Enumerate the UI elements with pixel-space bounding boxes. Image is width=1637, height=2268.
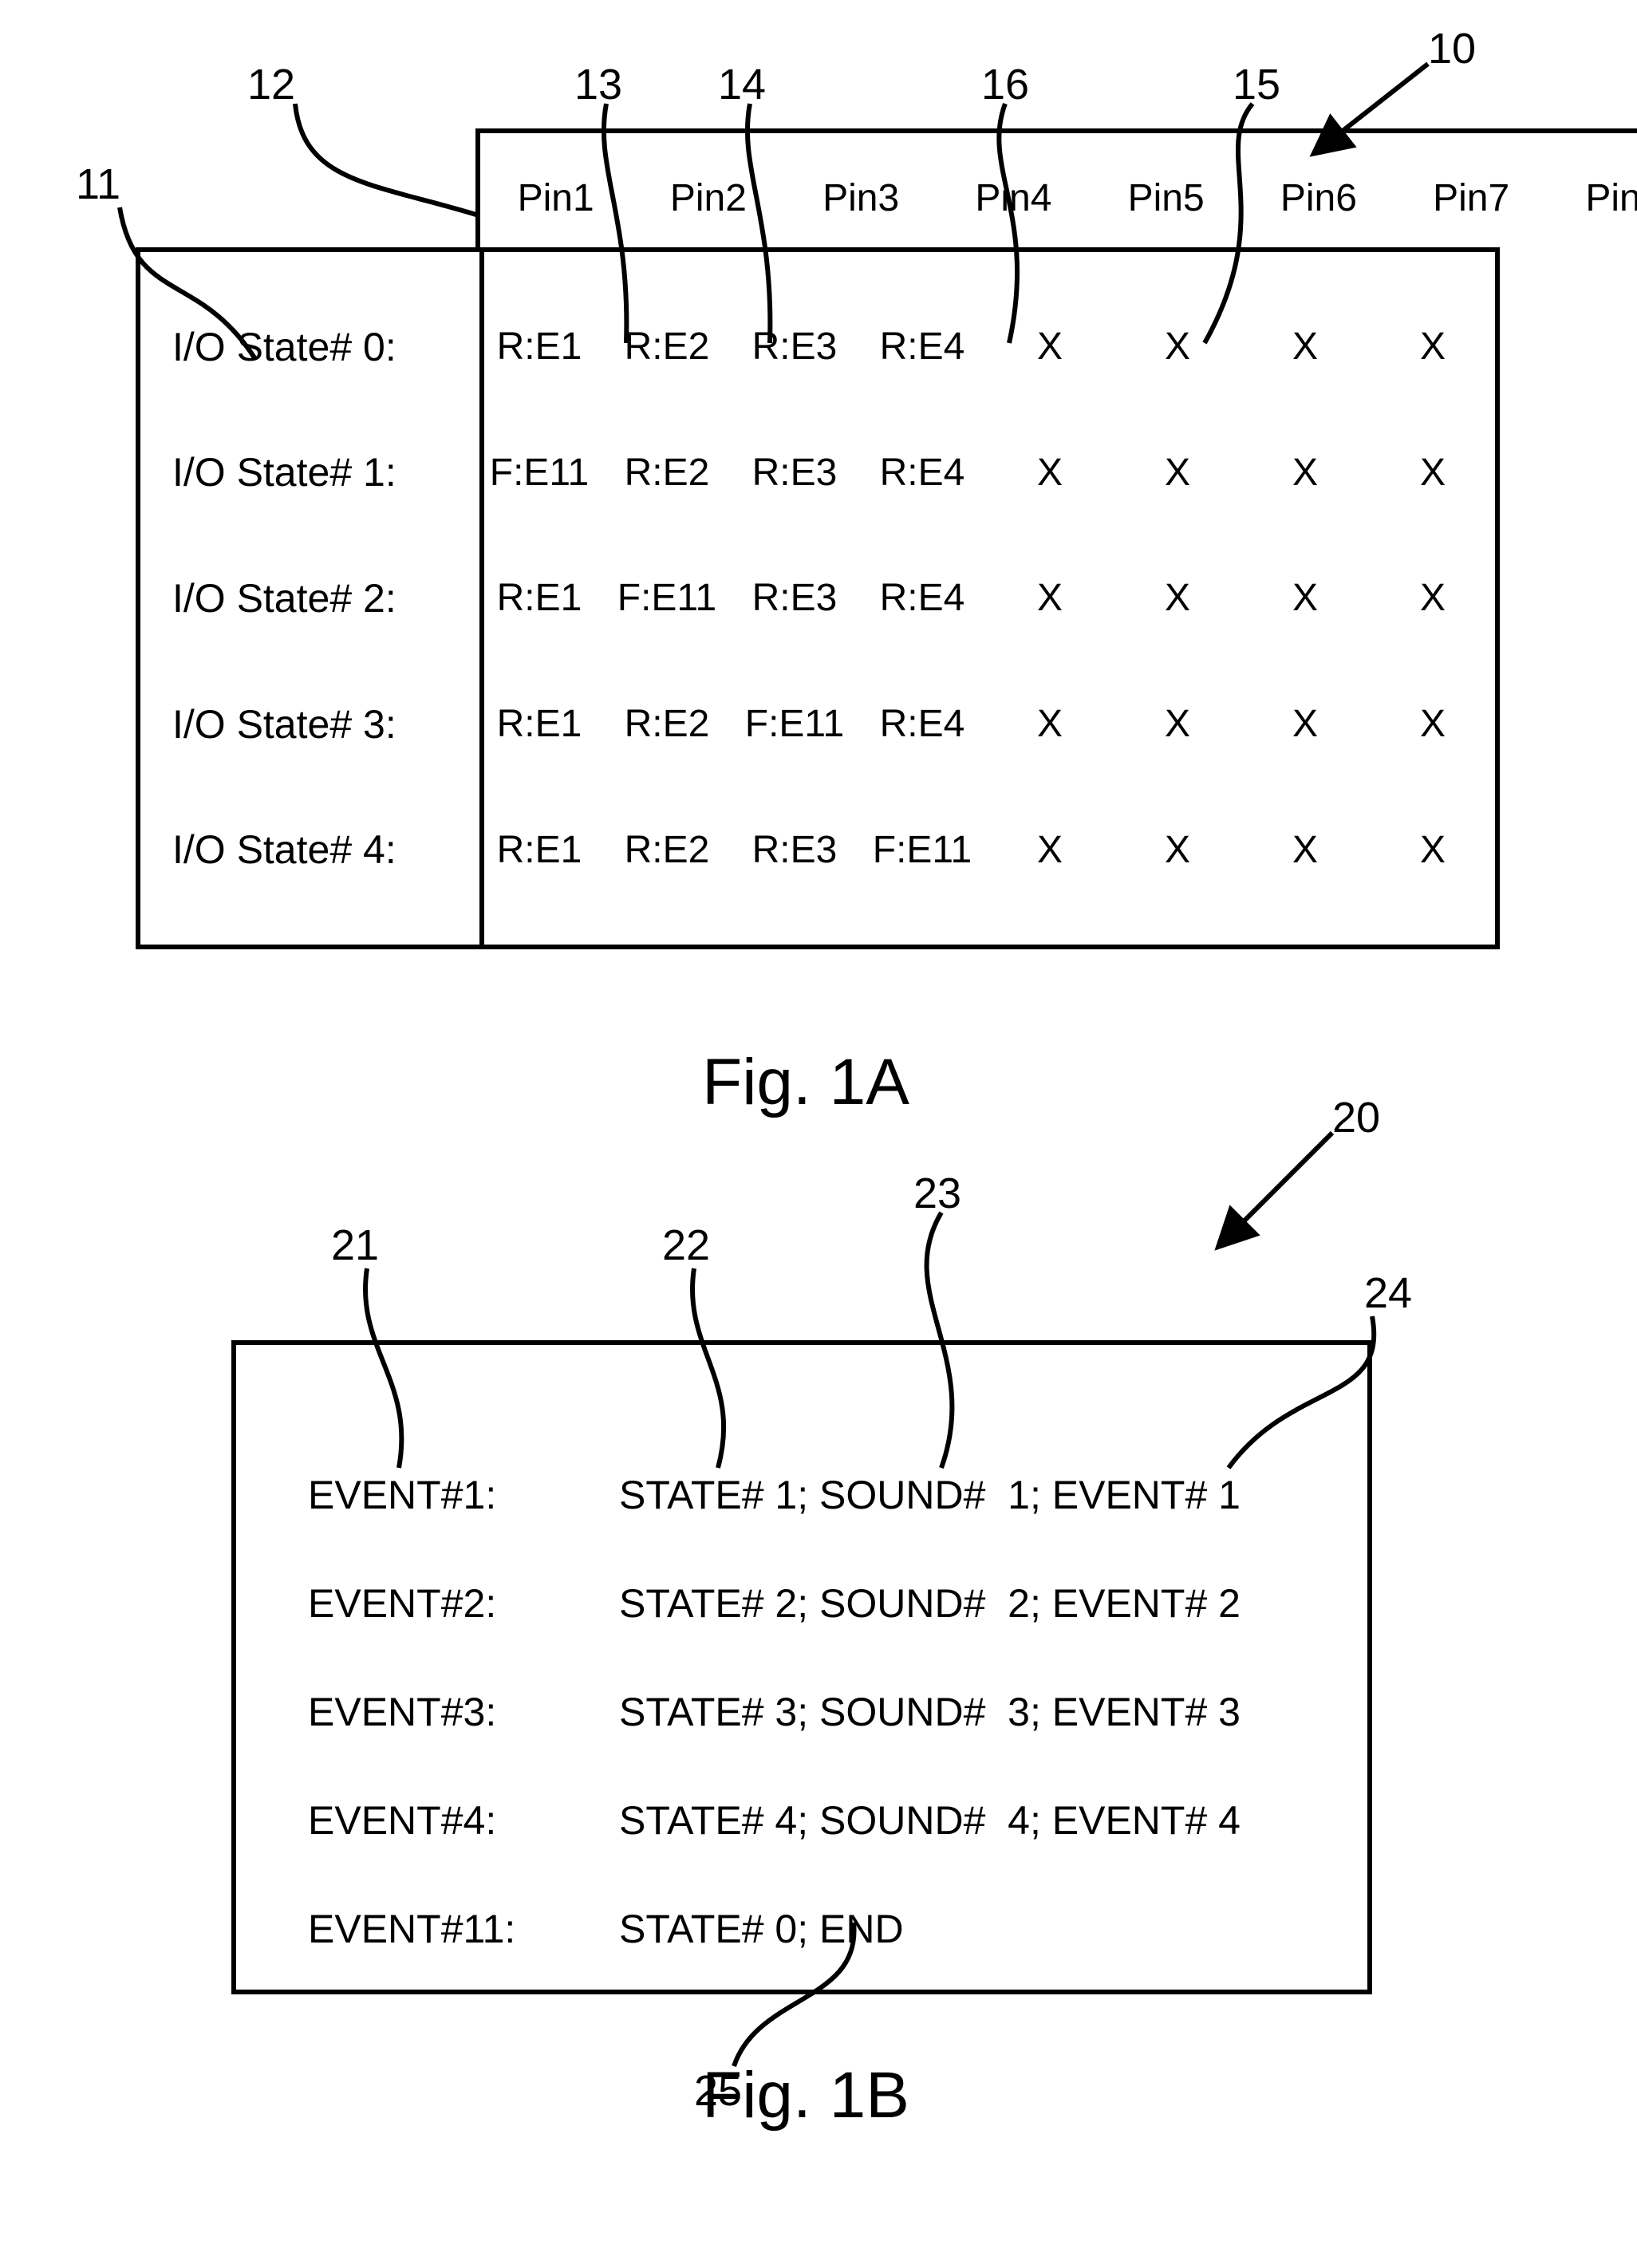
- table-row: R:E1 R:E2 R:E3 F:E11 X X X X: [475, 826, 1497, 874]
- cell-r2c5: X: [1114, 576, 1241, 620]
- cell-r1c6: X: [1241, 451, 1369, 495]
- cell-r2c1: F:E11: [603, 576, 731, 620]
- cell-r0c7: X: [1369, 325, 1497, 369]
- cell-r4c7: X: [1369, 828, 1497, 872]
- cell-r4c0: R:E1: [475, 828, 603, 872]
- cell-r1c2: R:E3: [731, 451, 858, 495]
- table-row: F:E11 R:E2 R:E3 R:E4 X X X X: [475, 448, 1497, 496]
- cell-r1c3: R:E4: [858, 451, 986, 495]
- pin7-header: Pin7: [1395, 176, 1548, 220]
- fig1a-table: Pin1 Pin2 Pin3 Pin4 Pin5 Pin6 Pin7 Pin8 …: [136, 247, 1500, 949]
- event-row: EVENT#3: STATE# 3; SOUND# 3; EVENT# 3: [236, 1658, 1367, 1766]
- leader-curve-12: [279, 88, 487, 271]
- callout-21: 21: [331, 1221, 379, 1270]
- leader-curve-22: [678, 1252, 774, 1476]
- cell-r3c0: R:E1: [475, 702, 603, 746]
- cell-r4c2: R:E3: [731, 828, 858, 872]
- callout-10: 10: [1428, 24, 1476, 73]
- cell-r1c5: X: [1114, 451, 1241, 495]
- cell-r4c6: X: [1241, 828, 1369, 872]
- cell-r4c3: F:E11: [858, 828, 986, 872]
- leader-curve-13: [582, 88, 678, 351]
- cell-r3c6: X: [1241, 702, 1369, 746]
- cell-r2c2: R:E3: [731, 576, 858, 620]
- cell-r3c4: X: [986, 702, 1114, 746]
- event-row: EVENT#2: STATE# 2; SOUND# 2; EVENT# 2: [236, 1549, 1367, 1658]
- event3-label: EVENT#3:: [308, 1689, 619, 1735]
- leader-curve-11: [104, 191, 279, 375]
- cell-r4c5: X: [1114, 828, 1241, 872]
- callout-25: 25: [694, 2066, 742, 2116]
- cell-r4c1: R:E2: [603, 828, 731, 872]
- cell-r4c4: X: [986, 828, 1114, 872]
- callout-11: 11: [76, 160, 120, 209]
- callout-15: 15: [1233, 60, 1280, 109]
- pin8-header: Pin8: [1548, 176, 1637, 220]
- callout-13: 13: [574, 60, 622, 109]
- leader-curve-15: [1141, 88, 1300, 351]
- arrow-icon: [1197, 1125, 1356, 1260]
- callout-16: 16: [981, 60, 1029, 109]
- event2-body: STATE# 2; SOUND# 2; EVENT# 2: [619, 1580, 1241, 1627]
- cell-r1c4: X: [986, 451, 1114, 495]
- cell-r2c6: X: [1241, 576, 1369, 620]
- leader-curve-16: [957, 88, 1069, 351]
- callout-22: 22: [662, 1221, 710, 1270]
- event4-body: STATE# 4; SOUND# 4; EVENT# 4: [619, 1797, 1241, 1844]
- leader-curve-14: [726, 88, 822, 351]
- page: Pin1 Pin2 Pin3 Pin4 Pin5 Pin6 Pin7 Pin8 …: [0, 0, 1637, 2268]
- event1-body: STATE# 1; SOUND# 1; EVENT# 1: [619, 1472, 1241, 1518]
- table-row: R:E1 F:E11 R:E3 R:E4 X X X X: [475, 574, 1497, 622]
- cell-r2c7: X: [1369, 576, 1497, 620]
- callout-24: 24: [1364, 1268, 1412, 1318]
- leader-curve-23: [878, 1197, 1005, 1476]
- leader-curve-21: [351, 1252, 447, 1476]
- event1-label: EVENT#1:: [308, 1472, 619, 1518]
- state1-label: I/O State# 1:: [140, 449, 475, 495]
- event2-label: EVENT#2:: [308, 1580, 619, 1627]
- cell-r1c0: F:E11: [475, 451, 603, 495]
- callout-12: 12: [247, 60, 295, 109]
- callout-23: 23: [913, 1169, 961, 1218]
- cell-r1c7: X: [1369, 451, 1497, 495]
- cell-r2c4: X: [986, 576, 1114, 620]
- event11-label: EVENT#11:: [308, 1906, 619, 1952]
- event3-body: STATE# 3; SOUND# 3; EVENT# 3: [619, 1689, 1241, 1735]
- cell-r3c7: X: [1369, 702, 1497, 746]
- caption-fig-1a: Fig. 1A: [646, 1045, 965, 1120]
- callout-20: 20: [1332, 1093, 1380, 1142]
- callout-14: 14: [718, 60, 766, 109]
- cell-r2c0: R:E1: [475, 576, 603, 620]
- state2-label: I/O State# 2:: [140, 575, 475, 621]
- cell-r3c2: F:E11: [731, 702, 858, 746]
- cell-r3c3: R:E4: [858, 702, 986, 746]
- table-row: R:E1 R:E2 F:E11 R:E4 X X X X: [475, 700, 1497, 748]
- cell-r2c3: R:E4: [858, 576, 986, 620]
- cell-r3c1: R:E2: [603, 702, 731, 746]
- fig1a-data-grid: R:E1 R:E2 R:E3 R:E4 X X X X F:E11 R:E2 R…: [475, 252, 1497, 945]
- leader-curve-25: [710, 1923, 870, 2082]
- cell-r1c1: R:E2: [603, 451, 731, 495]
- state3-label: I/O State# 3:: [140, 701, 475, 747]
- event4-label: EVENT#4:: [308, 1797, 619, 1844]
- leader-curve-24: [1197, 1300, 1388, 1484]
- event-row: EVENT#4: STATE# 4; SOUND# 4; EVENT# 4: [236, 1766, 1367, 1875]
- state4-label: I/O State# 4:: [140, 826, 475, 873]
- cell-r3c5: X: [1114, 702, 1241, 746]
